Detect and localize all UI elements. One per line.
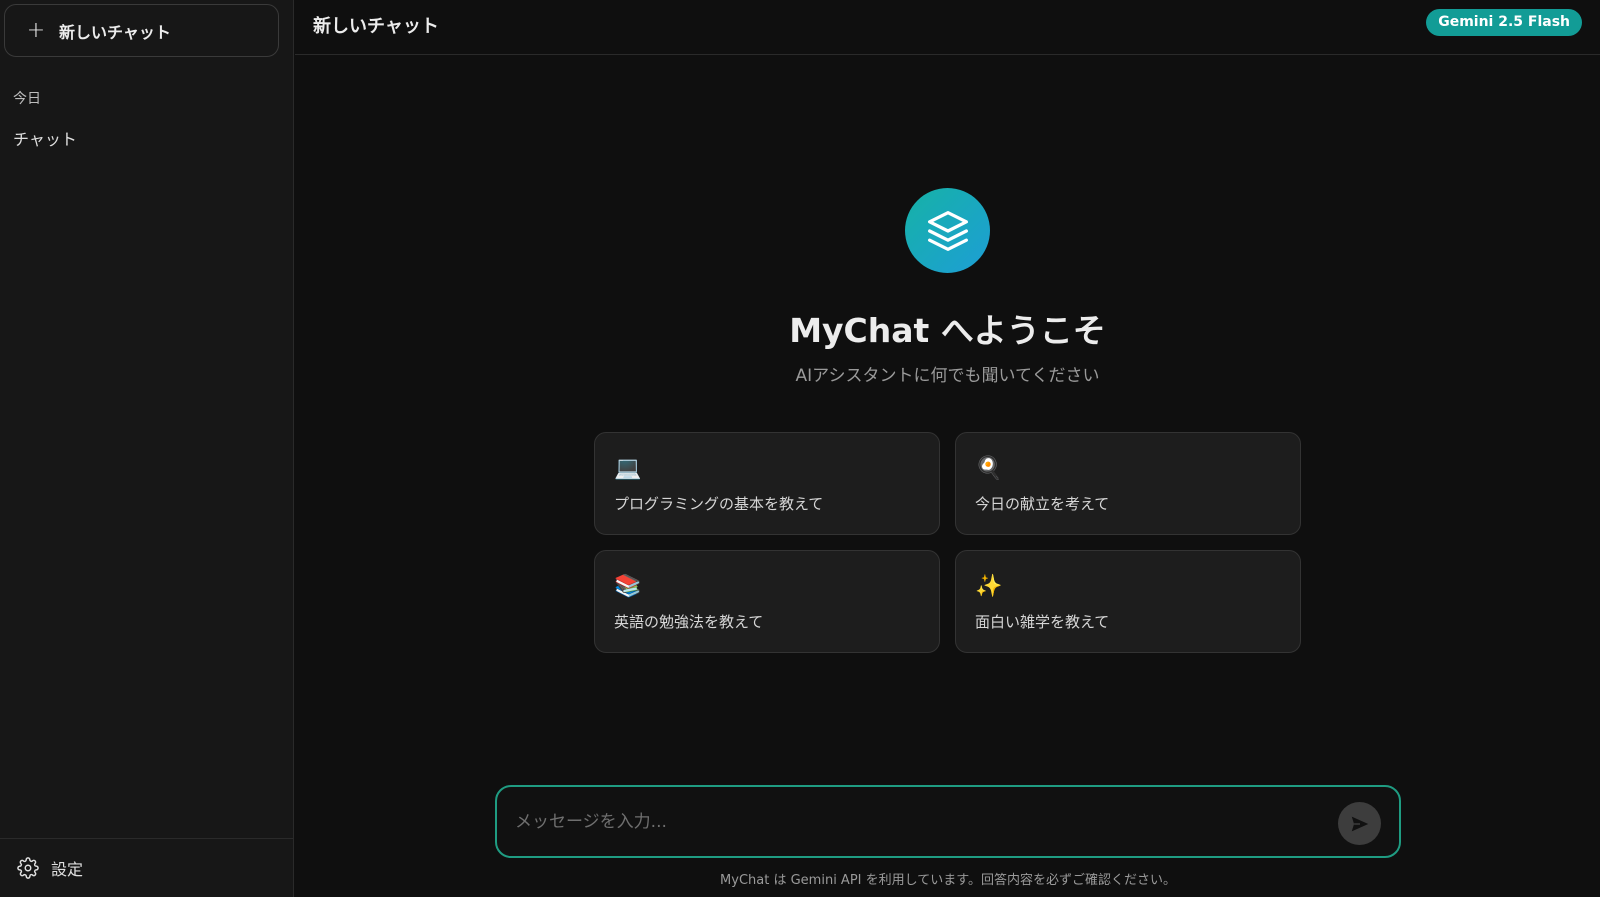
settings-label: 設定 (51, 860, 84, 879)
section-label-today: 今日 (13, 91, 41, 107)
message-composer (495, 785, 1401, 858)
suggestion-card-english[interactable]: 📚 英語の勉強法を教えて (594, 550, 940, 653)
suggestion-label: 英語の勉強法を教えて (614, 613, 764, 631)
settings-button[interactable]: 設定 (0, 838, 294, 897)
suggestion-card-menu[interactable]: 🍳 今日の献立を考えて (955, 432, 1301, 535)
model-badge[interactable]: Gemini 2.5 Flash (1426, 9, 1582, 36)
welcome-subtitle: AIアシスタントに何でも聞いてください (795, 366, 1100, 386)
logo (905, 188, 990, 273)
history-item[interactable]: チャット (13, 126, 77, 150)
suggestion-card-trivia[interactable]: ✨ 面白い雑学を教えて (955, 550, 1301, 653)
cooking-icon: 🍳 (975, 456, 1003, 481)
disclaimer: MyChat は Gemini API を利用しています。回答内容を必ずご確認く… (720, 873, 1176, 888)
page-title: 新しいチャット (313, 16, 439, 37)
books-icon: 📚 (614, 574, 642, 599)
laptop-icon: 💻 (614, 456, 642, 481)
send-button[interactable] (1338, 802, 1381, 845)
new-chat-label: 新しいチャット (59, 22, 171, 42)
welcome-title: MyChat へようこそ (789, 311, 1106, 350)
top-bar: 新しいチャット Gemini 2.5 Flash (295, 0, 1600, 55)
suggestion-label: 今日の献立を考えて (975, 495, 1110, 513)
suggestion-card-programming[interactable]: 💻 プログラミングの基本を教えて (594, 432, 940, 535)
suggestion-label: プログラミングの基本を教えて (614, 495, 824, 513)
send-icon (1351, 816, 1368, 831)
layers-icon (927, 210, 968, 251)
sparkles-icon: ✨ (975, 574, 1003, 599)
sidebar: + 新しいチャット 今日 チャット 設定 (0, 0, 294, 897)
plus-icon: + (26, 17, 46, 43)
gear-icon (17, 857, 39, 879)
message-input[interactable] (515, 805, 1315, 839)
suggestion-label: 面白い雑学を教えて (975, 613, 1110, 631)
new-chat-button[interactable]: + 新しいチャット (4, 4, 279, 57)
